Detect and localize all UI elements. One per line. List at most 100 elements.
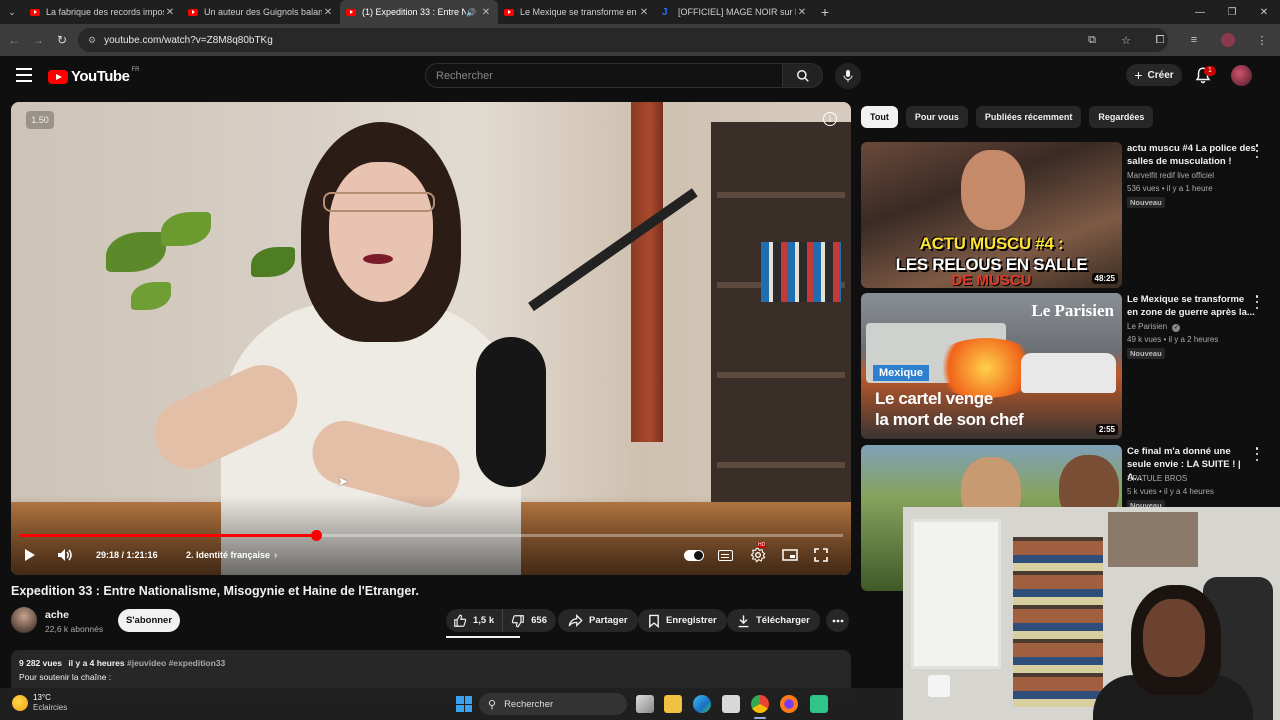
volume-button[interactable] [57, 545, 73, 565]
browser-tab[interactable]: Un auteur des Guignols balanc ✕ [182, 0, 340, 24]
youtube-logo-icon [48, 69, 68, 84]
scene-shelf [711, 122, 851, 532]
recommendation-channel[interactable]: Le Parisien ✓ [1127, 322, 1181, 332]
close-icon[interactable]: ✕ [480, 7, 492, 18]
current-time: 29:18 [96, 550, 120, 560]
settings-button[interactable]: HD [750, 542, 767, 565]
progress-bar[interactable] [19, 530, 843, 541]
account-avatar[interactable] [1231, 65, 1252, 86]
recommendation-title[interactable]: actu muscu #4 La police des salles de mu… [1127, 142, 1257, 168]
chip-for-you[interactable]: Pour vous [905, 106, 968, 128]
app-icon[interactable] [810, 695, 828, 713]
extensions-icon[interactable]: ⧠ [1148, 28, 1172, 52]
browser-tab[interactable]: J [OFFICIEL] MAGE NOIR sur le fo ✕ [656, 0, 814, 24]
close-icon[interactable]: ✕ [796, 7, 808, 18]
search-input[interactable] [436, 69, 782, 82]
scene-lips [363, 254, 393, 264]
recommendation-channel[interactable]: SPATULE BROS [1127, 474, 1187, 483]
back-button[interactable]: ← [2, 28, 26, 52]
more-vertical-icon[interactable] [1254, 295, 1260, 309]
recommendation-item[interactable]: Le Parisien Mexique Le cartel venge la m… [861, 293, 1271, 439]
close-icon[interactable]: ✕ [638, 7, 650, 18]
miniplayer-button[interactable] [782, 545, 798, 565]
edge-icon[interactable] [693, 695, 711, 713]
subscribe-button[interactable]: S'abonner [118, 609, 180, 632]
browser-tab[interactable]: La fabrique des records imposs ✕ [24, 0, 182, 24]
recommendation-channel[interactable]: Marvelfit redif live officiel [1127, 171, 1214, 180]
progress-scrubber[interactable] [311, 530, 322, 541]
windows-taskbar: 13°C Eclaircies ⚲ Rechercher [0, 688, 903, 720]
subtitles-button[interactable] [718, 545, 733, 565]
more-vertical-icon[interactable] [1254, 144, 1260, 158]
browser-tab-active[interactable]: (1) Expedition 33 : Entre Na 🔊 ✕ [340, 0, 498, 24]
video-player[interactable]: 1.50 i 29:18 / 1:21:16 2. Identité franç… [11, 102, 851, 575]
webcam-poster [1108, 512, 1198, 567]
new-tab-button[interactable]: + [814, 4, 836, 20]
minimize-icon[interactable]: — [1184, 0, 1216, 24]
browser-tab[interactable]: Le Mexique se transforme en zo ✕ [498, 0, 656, 24]
hashtags[interactable]: #jeuvideo #expedition33 [127, 658, 225, 668]
youtube-logo[interactable]: YouTube FR [48, 67, 139, 85]
close-icon[interactable]: ✕ [322, 7, 334, 18]
voice-search-button[interactable] [835, 63, 861, 89]
save-button[interactable]: Enregistrer [638, 609, 727, 632]
url-field[interactable]: ⚙ youtube.com/watch?v=Z8M8q80bTKg [78, 28, 1168, 52]
browser-profile-avatar[interactable] [1221, 33, 1235, 47]
thumb-brand: Le Parisien [1031, 301, 1114, 320]
temperature: 13°C [33, 693, 51, 702]
close-icon[interactable]: ✕ [164, 7, 176, 18]
reload-button[interactable]: ↻ [50, 28, 74, 52]
share-label: Partager [589, 615, 628, 626]
forward-button[interactable]: → [26, 28, 50, 52]
chapter-button[interactable]: 2. Identité française › [186, 545, 277, 565]
media-controls-icon[interactable]: ≡ [1182, 28, 1206, 52]
task-view-icon[interactable] [636, 695, 654, 713]
share-button[interactable]: Partager [558, 609, 638, 632]
channel-avatar[interactable] [11, 607, 37, 633]
logo-text: YouTube [71, 68, 130, 85]
autoplay-toggle[interactable] [684, 545, 704, 565]
bookmark-icon [649, 614, 659, 628]
dislike-button[interactable]: 656 [503, 609, 556, 632]
file-explorer-icon[interactable] [664, 695, 682, 713]
cast-icon[interactable]: ⧉ [1080, 28, 1104, 52]
chip-recent[interactable]: Publiées récemment [975, 106, 1082, 128]
fullscreen-icon [814, 548, 828, 562]
thumb-car [1021, 353, 1116, 393]
like-button[interactable]: 1,5 k [446, 609, 504, 632]
speaker-icon[interactable]: 🔊 [466, 8, 476, 17]
info-icon[interactable]: i [823, 112, 837, 126]
recommendation-title[interactable]: Le Mexique se transforme en zone de guer… [1127, 293, 1257, 319]
channel-name[interactable]: ache [45, 609, 69, 621]
filter-chips: Tout Pour vous Publiées récemment Regard… [861, 106, 1154, 128]
tab-search-button[interactable]: ⌄ [0, 0, 24, 24]
site-info-icon[interactable]: ⚙ [88, 35, 96, 46]
create-button[interactable]: + Créer [1126, 64, 1182, 86]
download-button[interactable]: Télécharger [727, 609, 820, 632]
chip-all[interactable]: Tout [861, 106, 898, 128]
search-button[interactable] [783, 63, 823, 88]
video-thumbnail[interactable]: ACTU MUSCU #4 : LES RELOUS EN SALLE DE M… [861, 142, 1122, 288]
weather-widget[interactable]: 13°C Eclaircies [12, 693, 67, 713]
store-icon[interactable] [722, 695, 740, 713]
browser-menu-icon[interactable]: ⋮ [1250, 28, 1274, 52]
recommendation-views: 536 vues • il y a 1 heure [1127, 184, 1213, 193]
chrome-icon[interactable] [751, 695, 769, 713]
windows-start-icon[interactable] [456, 696, 472, 712]
firefox-icon[interactable] [780, 695, 798, 713]
new-badge: Nouveau [1127, 348, 1165, 359]
more-vertical-icon[interactable] [1254, 447, 1260, 461]
fullscreen-button[interactable] [814, 545, 828, 565]
chip-watched[interactable]: Regardées [1089, 106, 1154, 128]
recommendation-item[interactable]: ACTU MUSCU #4 : LES RELOUS EN SALLE DE M… [861, 142, 1271, 288]
restore-icon[interactable]: ❐ [1216, 0, 1248, 24]
description-meta: 9 282 vues il y a 4 heures #jeuvideo #ex… [19, 658, 225, 668]
taskbar-search[interactable]: ⚲ Rechercher [479, 693, 627, 715]
close-window-icon[interactable]: ✕ [1248, 0, 1280, 24]
more-actions-button[interactable] [826, 609, 849, 632]
bookmark-star-icon[interactable]: ☆ [1114, 28, 1138, 52]
scene-glasses [323, 192, 435, 212]
play-button[interactable] [22, 545, 36, 565]
video-thumbnail[interactable]: Le Parisien Mexique Le cartel venge la m… [861, 293, 1122, 439]
menu-icon[interactable] [16, 68, 32, 82]
